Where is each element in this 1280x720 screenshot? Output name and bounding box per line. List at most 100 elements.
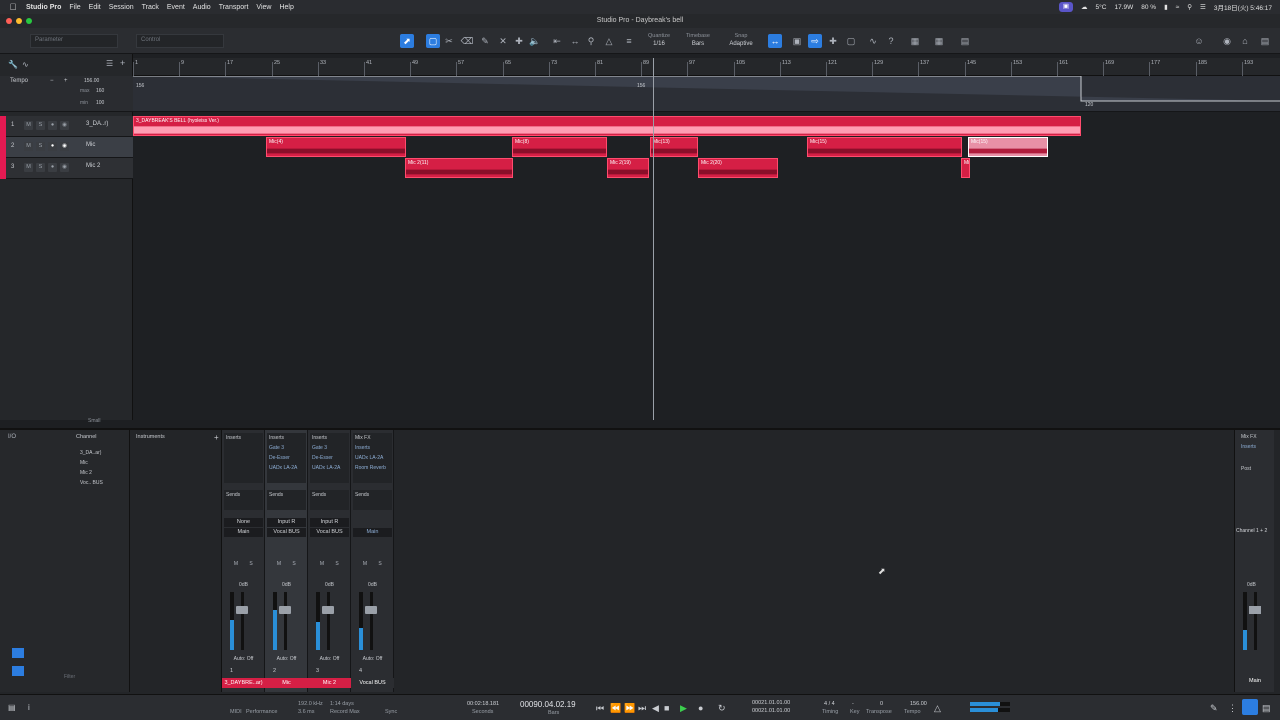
mute-button[interactable]: M: [274, 560, 284, 569]
to-end-icon[interactable]: ⏭: [638, 703, 646, 714]
tempo-readout[interactable]: 156.00: [910, 701, 927, 707]
input-selector[interactable]: None: [224, 518, 263, 527]
audio-clip[interactable]: Mi: [961, 158, 970, 178]
menu-file[interactable]: File: [69, 4, 80, 11]
user-icon[interactable]: ☺: [1192, 34, 1206, 48]
rewind-icon[interactable]: ⏪: [610, 703, 621, 714]
panel-toggle-icon[interactable]: [12, 666, 24, 676]
inserts-panel[interactable]: Inserts Gate 3 De-Esser UADx LA-2A: [310, 433, 349, 483]
output-selector[interactable]: Vocal BUS: [267, 528, 306, 537]
metronome-icon[interactable]: △: [602, 34, 616, 48]
fader-cap[interactable]: [236, 606, 248, 614]
mute-button[interactable]: M: [24, 142, 33, 151]
menu-app[interactable]: Studio Pro: [26, 4, 61, 11]
loop-left[interactable]: 00021.01.01.00: [752, 700, 790, 706]
battery-icon[interactable]: ▮: [1164, 3, 1168, 11]
volume-readout[interactable]: 0dB: [222, 582, 265, 588]
edit-icon[interactable]: ✎: [1210, 703, 1218, 714]
split-tool-icon[interactable]: ✂: [442, 34, 456, 48]
apple-icon[interactable]: : [6, 2, 20, 12]
monitor-button[interactable]: ◉: [60, 121, 69, 130]
mute-button[interactable]: M: [360, 560, 370, 569]
sends-panel[interactable]: Sends: [310, 490, 349, 510]
tempo-max-value[interactable]: 160: [96, 88, 104, 94]
loop-back-icon[interactable]: ⏮: [596, 703, 604, 714]
wrench-icon[interactable]: 🔧: [8, 60, 18, 69]
audio-clip[interactable]: Mic(13): [650, 137, 698, 157]
control-field[interactable]: Control: [136, 34, 224, 48]
forward-icon[interactable]: ⏩: [624, 703, 635, 714]
volume-fader[interactable]: [284, 592, 287, 650]
output-selector[interactable]: Vocal BUS: [310, 528, 349, 537]
fit-icon[interactable]: ▢: [844, 34, 858, 48]
channel-name[interactable]: 3_DAYBRE..ar): [222, 678, 265, 688]
record-button[interactable]: ●: [48, 142, 57, 151]
tempo-lane[interactable]: 156 156 120: [133, 76, 1280, 112]
channel-name[interactable]: Vocal BUS: [351, 678, 394, 688]
monitor-button[interactable]: ◉: [60, 163, 69, 172]
channel-list-item[interactable]: Voc.. BUS: [80, 480, 103, 486]
channel-name[interactable]: Mic 2: [308, 678, 351, 688]
solo-button[interactable]: S: [36, 142, 45, 151]
audio-clip[interactable]: Mic(8): [512, 137, 607, 157]
sends-panel[interactable]: Sends: [353, 490, 392, 510]
metronome-transport-icon[interactable]: △: [934, 703, 941, 714]
tempo-value[interactable]: 156.00: [84, 78, 99, 84]
track-row-1[interactable]: 1 M S ● ◉ 3_DA..r): [0, 116, 133, 137]
timeline-ruler[interactable]: 1 9 17 25 33 41 49 57 65 73 81 89 97 105 113 121 129 137 1…: [133, 58, 1280, 76]
play-icon[interactable]: ▶: [680, 703, 687, 714]
key-value[interactable]: -: [852, 701, 854, 707]
bars-position[interactable]: 00090.04.02.19: [520, 700, 576, 709]
automation-icon[interactable]: ∿: [22, 60, 29, 69]
track-name[interactable]: Mic: [86, 142, 95, 148]
sends-panel[interactable]: Sends: [267, 490, 306, 510]
master-volume-readout[interactable]: 0dB: [1247, 582, 1256, 588]
solo-button[interactable]: S: [246, 560, 256, 569]
channel-filter-input[interactable]: Filter: [64, 674, 75, 680]
master-fader-cap[interactable]: [1249, 606, 1261, 614]
layout-icon[interactable]: ▤: [958, 34, 972, 48]
mute-tool-icon[interactable]: ✕: [496, 34, 510, 48]
track-row-3[interactable]: 3 M S ● ◉ Mic 2: [0, 158, 133, 179]
io-icon[interactable]: I/O: [8, 434, 16, 440]
master-channel-name[interactable]: Main: [1235, 678, 1275, 684]
audio-clip-selected[interactable]: Mic(15): [968, 137, 1048, 157]
snap-tool-icon[interactable]: ⇤: [550, 34, 564, 48]
inspector-icon[interactable]: ▦: [908, 34, 922, 48]
menu-event[interactable]: Event: [167, 4, 185, 11]
goto-start-icon[interactable]: ◀: [652, 703, 659, 714]
volume-fader[interactable]: [327, 592, 330, 650]
audio-clip[interactable]: Mic 2(20): [698, 158, 778, 178]
volume-fader[interactable]: [241, 592, 244, 650]
bend-tool-icon[interactable]: ✚: [512, 34, 526, 48]
menu-transport[interactable]: Transport: [219, 4, 249, 11]
monitor-button[interactable]: ◉: [60, 142, 69, 151]
wifi-icon[interactable]: ≈: [1176, 4, 1180, 11]
solo-button[interactable]: S: [36, 163, 45, 172]
eraser-tool-icon[interactable]: ⌫: [460, 34, 474, 48]
master-fader[interactable]: [1254, 592, 1257, 650]
automation-mode[interactable]: Auto: Off: [222, 656, 265, 662]
grid-view-icon[interactable]: ▦: [932, 34, 946, 48]
menu-track[interactable]: Track: [142, 4, 159, 11]
channel-list-item[interactable]: Mic: [80, 460, 88, 466]
post-label[interactable]: Post: [1241, 466, 1251, 472]
mute-button[interactable]: M: [24, 163, 33, 172]
add-track-icon[interactable]: +: [120, 58, 125, 68]
piano-icon[interactable]: [12, 648, 24, 658]
browser-icon[interactable]: ▤: [1258, 34, 1272, 48]
channel-list-item[interactable]: 3_DA..ar): [80, 450, 101, 456]
tempo-min-value[interactable]: 100: [96, 100, 104, 106]
midi-label[interactable]: MIDI: [230, 709, 242, 715]
track-size-selector[interactable]: Small: [88, 418, 101, 424]
audio-clip[interactable]: Mic(15): [807, 137, 962, 157]
inserts-panel[interactable]: Inserts: [224, 433, 263, 483]
control-center-icon[interactable]: ☰: [1200, 3, 1206, 11]
time-signature[interactable]: 4 / 4: [824, 701, 835, 707]
battery-text[interactable]: 80 %: [1141, 4, 1156, 11]
mix-icon[interactable]: ⋮: [1228, 703, 1237, 714]
output-selector[interactable]: Main: [224, 528, 263, 537]
paint-tool-icon[interactable]: ✎: [478, 34, 492, 48]
arrange-view[interactable]: 1 9 17 25 33 41 49 57 65 73 81 89 97 105 113 121 129 137 1…: [133, 54, 1280, 420]
weather-text[interactable]: 5°C: [1096, 4, 1107, 11]
